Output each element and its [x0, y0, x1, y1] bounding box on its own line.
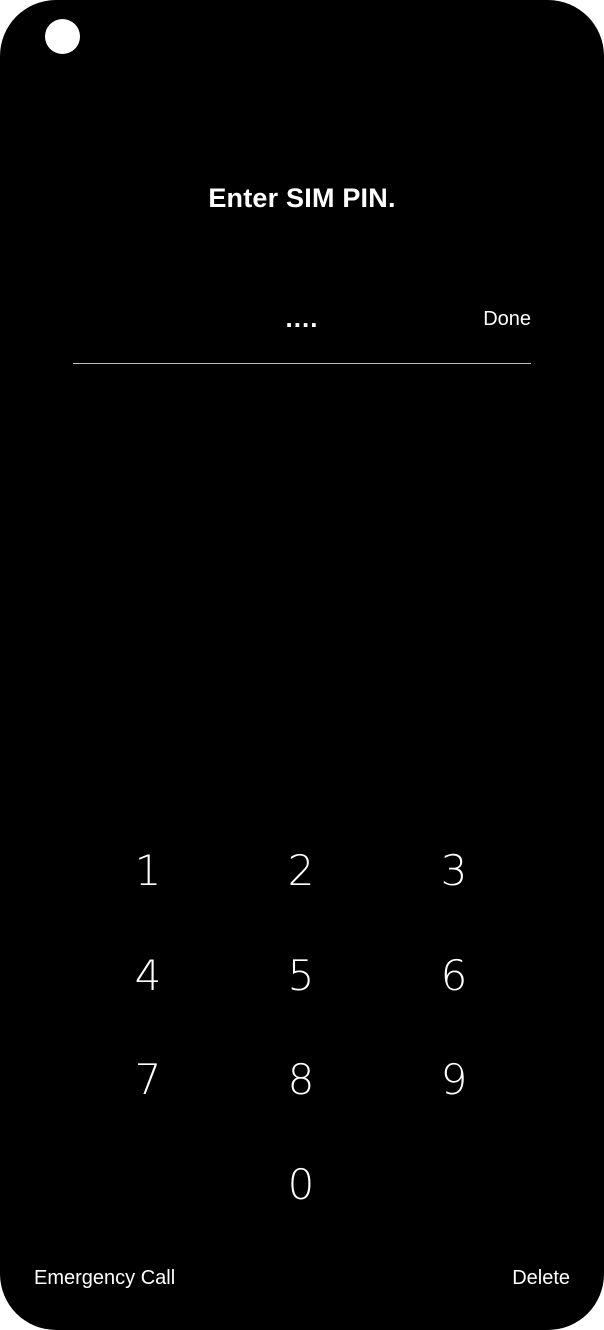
done-button[interactable]: Done: [483, 308, 531, 331]
pin-input[interactable]: ....: [73, 298, 531, 338]
key-3[interactable]: 3: [404, 820, 504, 920]
front-camera-icon: [45, 19, 80, 54]
key-1[interactable]: 1: [98, 820, 198, 920]
key-6[interactable]: 6: [404, 925, 504, 1025]
emergency-call-button[interactable]: Emergency Call: [34, 1267, 175, 1290]
pin-entry-row: .... Done: [73, 296, 531, 356]
key-2[interactable]: 2: [251, 820, 351, 920]
page-title: Enter SIM PIN.: [208, 183, 396, 213]
delete-button[interactable]: Delete: [512, 1267, 570, 1290]
key-0[interactable]: 0: [251, 1134, 351, 1234]
key-7[interactable]: 7: [98, 1029, 198, 1129]
key-9[interactable]: 9: [404, 1029, 504, 1129]
sim-pin-screen: Enter SIM PIN. .... Done 1 2 3 4 5 6 7 8…: [0, 0, 604, 1330]
pin-input-underline: [73, 363, 531, 364]
key-5[interactable]: 5: [251, 925, 351, 1025]
key-4[interactable]: 4: [98, 925, 198, 1025]
key-8[interactable]: 8: [251, 1029, 351, 1129]
